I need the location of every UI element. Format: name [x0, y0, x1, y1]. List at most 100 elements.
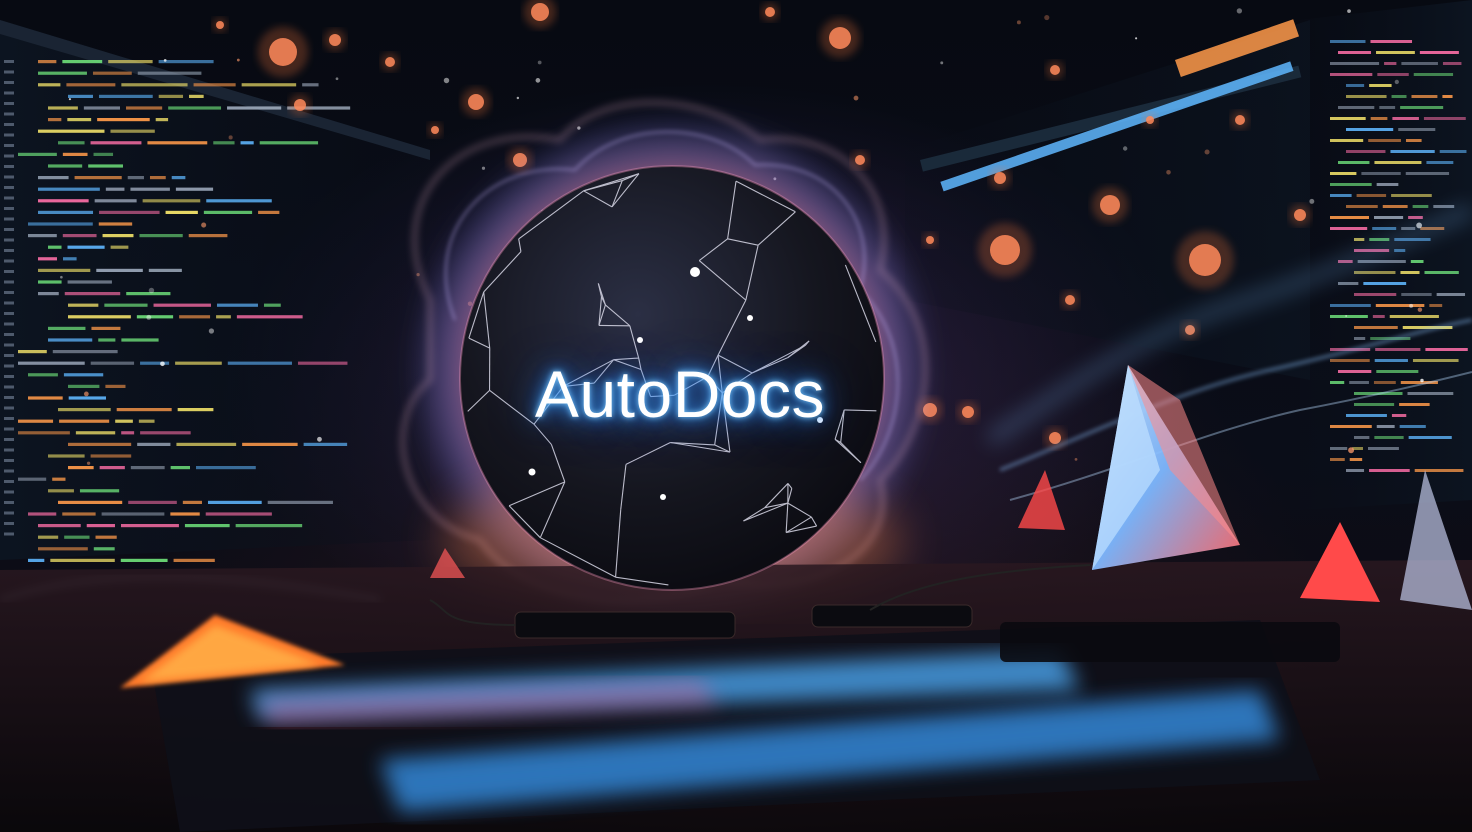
code-token — [227, 106, 282, 110]
code-token — [1414, 469, 1464, 472]
code-token — [195, 466, 256, 470]
bokeh-dot — [1189, 244, 1221, 276]
code-token — [1401, 293, 1432, 296]
code-token — [1330, 117, 1366, 120]
code-token — [99, 210, 160, 214]
sparkle-dot — [83, 391, 89, 397]
line-number — [4, 123, 14, 126]
code-token — [216, 315, 231, 319]
code-token — [263, 303, 281, 307]
code-token — [216, 303, 258, 307]
bokeh-dot — [1065, 295, 1075, 305]
code-token — [1442, 62, 1462, 65]
code-token — [1369, 84, 1392, 87]
code-token — [75, 431, 116, 435]
line-number — [4, 343, 14, 347]
line-number — [4, 291, 14, 294]
code-token — [158, 94, 184, 98]
code-token — [1374, 161, 1422, 164]
bokeh-dot — [385, 57, 395, 67]
line-number — [4, 280, 14, 284]
code-token — [1330, 62, 1380, 65]
line-number — [4, 81, 14, 84]
code-token — [203, 210, 253, 214]
line-number — [4, 364, 14, 368]
code-token — [68, 315, 131, 319]
code-token — [38, 280, 62, 284]
sparkle-dot — [335, 77, 339, 81]
code-token — [1419, 51, 1459, 54]
line-number — [4, 144, 14, 147]
sparkle-dot — [317, 436, 322, 442]
code-token — [93, 152, 114, 156]
code-token — [1391, 414, 1407, 417]
sparkle-dot — [1348, 447, 1355, 454]
bokeh-dot — [1294, 209, 1306, 221]
sparkle-dot — [148, 287, 155, 294]
code-token — [1346, 84, 1365, 87]
code-token — [1338, 370, 1372, 373]
sparkle-dot — [1309, 198, 1315, 204]
code-token — [58, 408, 111, 412]
code-token — [1390, 150, 1435, 153]
code-token — [68, 396, 106, 400]
code-token — [62, 60, 103, 64]
code-token — [88, 164, 123, 168]
code-token — [1354, 326, 1398, 329]
code-token — [38, 292, 59, 296]
crystal-pyramid-icon — [1092, 365, 1240, 570]
line-number — [4, 91, 14, 95]
bokeh-dot — [216, 21, 224, 29]
sparkle-dot — [443, 77, 450, 84]
line-number — [4, 448, 14, 452]
code-token — [258, 210, 280, 214]
sparkle-dot — [481, 166, 486, 170]
code-token — [38, 547, 88, 551]
code-token — [1354, 436, 1370, 439]
code-token — [28, 558, 45, 562]
code-token — [1399, 403, 1430, 406]
code-token — [18, 152, 57, 156]
line-number — [4, 60, 14, 63]
code-token — [91, 326, 121, 330]
code-token — [1330, 381, 1345, 384]
code-token — [96, 268, 143, 272]
code-token — [140, 361, 170, 365]
code-token — [1426, 161, 1454, 164]
code-token — [1376, 425, 1395, 428]
bokeh-dot — [1049, 432, 1061, 444]
code-token — [95, 535, 117, 539]
code-token — [177, 408, 214, 412]
code-token — [98, 94, 153, 98]
code-token — [1354, 293, 1397, 296]
code-token — [242, 442, 298, 446]
line-number — [4, 312, 14, 315]
code-token — [121, 338, 159, 342]
code-token — [1346, 128, 1394, 131]
sparkle-dot — [60, 275, 63, 279]
code-token — [68, 303, 99, 307]
sparkle-dot — [1409, 303, 1414, 308]
sparkle-dot — [1420, 378, 1424, 383]
line-number — [4, 186, 14, 189]
mesh-node — [637, 337, 643, 343]
code-token — [18, 419, 54, 423]
code-token — [137, 442, 171, 446]
sparkle-dot — [208, 328, 215, 334]
code-token — [1368, 139, 1401, 142]
code-token — [1330, 216, 1370, 219]
code-token — [168, 106, 222, 110]
code-token — [139, 234, 183, 238]
line-number — [4, 70, 14, 74]
code-token — [267, 500, 333, 504]
line-number — [4, 301, 14, 305]
code-token — [110, 245, 129, 249]
line-number — [4, 438, 14, 441]
line-number — [4, 417, 14, 420]
code-token — [1346, 95, 1387, 98]
code-token — [1407, 392, 1454, 395]
code-token — [184, 524, 230, 528]
code-token — [189, 94, 204, 98]
code-token — [1346, 469, 1365, 472]
code-token — [158, 60, 214, 64]
